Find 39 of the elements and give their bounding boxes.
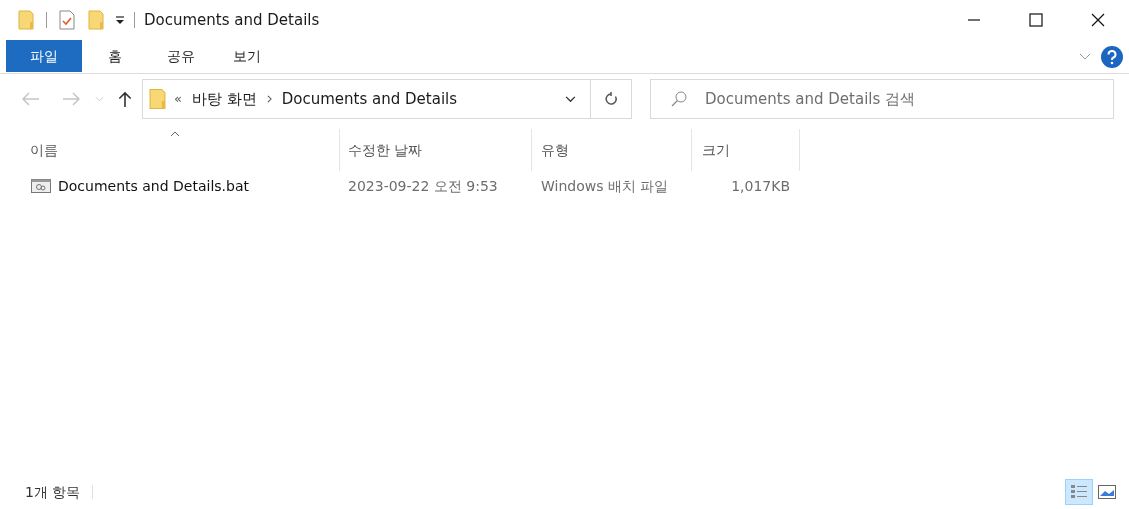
column-header[interactable]: 유형 bbox=[532, 129, 692, 171]
breadcrumb-overflow[interactable]: « bbox=[174, 89, 182, 109]
details-view-button[interactable] bbox=[1065, 479, 1093, 505]
refresh-icon[interactable] bbox=[604, 92, 618, 106]
file-name[interactable]: Documents and Details.bat bbox=[58, 175, 249, 197]
column-header[interactable]: 이름 bbox=[0, 129, 340, 171]
search-icon bbox=[671, 91, 687, 107]
ribbon-tab[interactable]: 보기 bbox=[214, 40, 280, 72]
modified-date: 2023-09-22 오전 9:53 bbox=[347, 176, 499, 196]
window-title: Documents and Details bbox=[144, 9, 320, 31]
file-size: 1,017KB bbox=[730, 176, 790, 196]
breadcrumb[interactable]: 바탕 화면 bbox=[191, 87, 257, 111]
file-type: Windows 배치 파일 bbox=[540, 176, 670, 196]
sort-ascending-icon bbox=[169, 131, 180, 137]
address-dropdown-icon[interactable] bbox=[565, 95, 576, 103]
details-list-icon bbox=[1070, 484, 1088, 500]
up-icon[interactable] bbox=[118, 90, 132, 108]
breadcrumb[interactable]: Documents and Details bbox=[281, 87, 458, 111]
expand-ribbon-icon[interactable] bbox=[1079, 52, 1091, 61]
close-icon bbox=[1090, 12, 1106, 28]
ribbon-tab[interactable]: 파일 bbox=[6, 40, 82, 72]
column-header[interactable]: 크기 bbox=[692, 129, 800, 171]
chevron-icon[interactable] bbox=[266, 95, 272, 103]
batch-file-icon bbox=[31, 179, 51, 193]
search-field[interactable]: Documents and Details 검색 bbox=[650, 79, 1114, 119]
ribbon-tab[interactable]: 홈 bbox=[82, 40, 148, 72]
minimize-icon bbox=[968, 19, 980, 21]
dropdown-icon[interactable] bbox=[115, 15, 125, 25]
image-thumbnail-icon bbox=[1098, 485, 1116, 499]
help-icon[interactable] bbox=[1101, 45, 1123, 68]
column-header[interactable]: 수정한 날짜 bbox=[340, 129, 532, 171]
item-count: 1개 항목 bbox=[25, 482, 81, 502]
ribbon-tab[interactable]: 공유 bbox=[148, 40, 214, 72]
new-folder-icon bbox=[88, 10, 104, 30]
folder-icon bbox=[18, 10, 34, 30]
folder-icon bbox=[149, 88, 166, 110]
checklist-icon[interactable] bbox=[59, 10, 75, 30]
maximize-icon bbox=[1028, 12, 1044, 28]
address-bar[interactable]: « 바탕 화면 Documents and Details bbox=[142, 79, 632, 119]
